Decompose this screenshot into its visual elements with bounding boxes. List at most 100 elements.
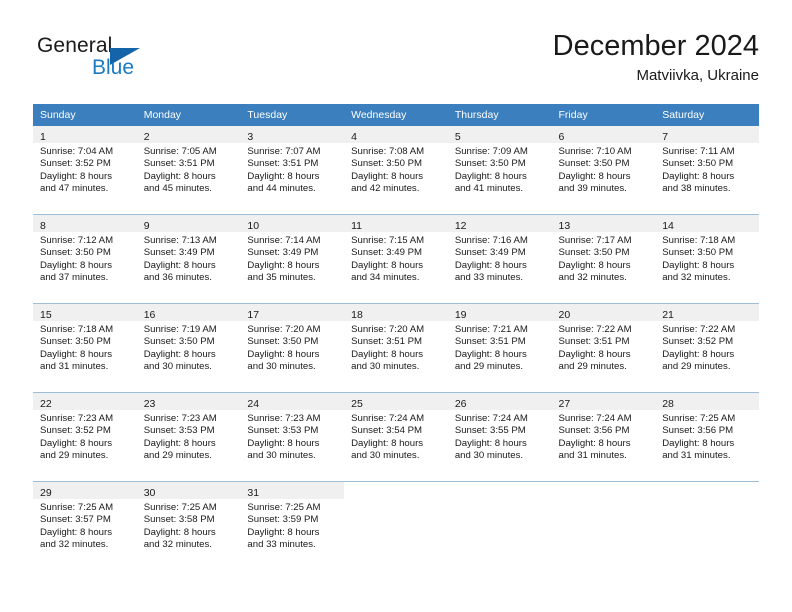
day-cell-inner: 19 Sunrise: 7:21 AM Sunset: 3:51 PM Dayligh… bbox=[447, 304, 552, 392]
brand-logo[interactable]: General Blue bbox=[37, 34, 207, 90]
day-cell[interactable]: 26 Sunrise: 7:24 AM Sunset: 3:55 PM Dayligh… bbox=[447, 392, 552, 482]
daylight-text-line1: Daylight: 8 hours bbox=[40, 170, 112, 182]
sunrise-text: Sunrise: 7:19 AM bbox=[143, 324, 217, 335]
sunrise-text: Sunrise: 7:18 AM bbox=[40, 324, 114, 335]
day-cell[interactable]: 14 Sunrise: 7:18 AM Sunset: 3:50 PM Dayligh… bbox=[655, 214, 759, 304]
week-row: 1 Sunrise: 7:04 AM Sunset: 3:52 PM Daylight… bbox=[33, 126, 759, 215]
daylight-text-line2: and 31 minutes. bbox=[558, 450, 627, 462]
daylight-text-line2: and 32 minutes. bbox=[558, 272, 627, 284]
day-cell-empty bbox=[551, 481, 656, 570]
day-cell[interactable]: 21 Sunrise: 7:22 AM Sunset: 3:52 PM Dayligh… bbox=[655, 303, 759, 393]
daylight-text-line1: Daylight: 8 hours bbox=[558, 259, 631, 271]
day-cell[interactable]: 13 Sunrise: 7:17 AM Sunset: 3:50 PM Dayligh… bbox=[551, 214, 656, 304]
day-cell-inner bbox=[344, 482, 448, 570]
day-cell[interactable]: 15 Sunrise: 7:18 AM Sunset: 3:50 PM Dayligh… bbox=[33, 303, 137, 393]
sunset-text: Sunset: 3:54 PM bbox=[351, 425, 423, 437]
day-cell[interactable]: 2 Sunrise: 7:05 AM Sunset: 3:51 PM Daylight… bbox=[136, 126, 241, 215]
day-cell[interactable]: 19 Sunrise: 7:21 AM Sunset: 3:51 PM Dayligh… bbox=[447, 303, 552, 393]
day-cell[interactable]: 5 Sunrise: 7:09 AM Sunset: 3:50 PM Daylight… bbox=[447, 126, 552, 215]
day-cell-details: Sunrise: 7:17 AM Sunset: 3:50 PM Daylight:… bbox=[552, 232, 656, 285]
daylight-text-line2: and 30 minutes. bbox=[351, 361, 420, 373]
day-number-band: 15 bbox=[33, 304, 137, 321]
day-cell[interactable]: 25 Sunrise: 7:24 AM Sunset: 3:54 PM Dayligh… bbox=[344, 392, 448, 482]
day-cell[interactable]: 24 Sunrise: 7:23 AM Sunset: 3:53 PM Dayligh… bbox=[240, 392, 345, 482]
day-cell[interactable]: 8 Sunrise: 7:12 AM Sunset: 3:50 PM Daylight… bbox=[33, 214, 137, 304]
day-cell[interactable]: 9 Sunrise: 7:13 AM Sunset: 3:49 PM Daylight… bbox=[136, 214, 241, 304]
sunset-text: Sunset: 3:52 PM bbox=[662, 336, 734, 348]
daylight-text-line2: and 33 minutes. bbox=[454, 272, 524, 284]
day-number-band: 27 bbox=[551, 393, 656, 410]
day-cell-details: Sunrise: 7:14 AM Sunset: 3:49 PM Daylight:… bbox=[240, 232, 344, 285]
day-number: 21 bbox=[662, 309, 674, 321]
day-cell-details bbox=[448, 499, 552, 502]
weekday-header-thursday: Thursday bbox=[447, 104, 552, 126]
day-cell-details: Sunrise: 7:15 AM Sunset: 3:49 PM Daylight:… bbox=[344, 232, 448, 285]
day-cell-inner: 8 Sunrise: 7:12 AM Sunset: 3:50 PM Daylight… bbox=[33, 215, 137, 303]
calendar-table: Sunday Monday Tuesday Wednesday Thursday Frid… bbox=[33, 104, 759, 570]
daylight-text-line1: Daylight: 8 hours bbox=[558, 348, 631, 360]
day-cell-inner: 6 Sunrise: 7:10 AM Sunset: 3:50 PM Daylight… bbox=[551, 126, 656, 214]
daylight-text-line1: Daylight: 8 hours bbox=[247, 259, 320, 271]
day-number: 4 bbox=[351, 131, 357, 143]
daylight-text-line1: Daylight: 8 hours bbox=[351, 437, 424, 449]
sunrise-text: Sunrise: 7:20 AM bbox=[351, 324, 425, 335]
daylight-text-line1: Daylight: 8 hours bbox=[40, 526, 112, 538]
day-cell[interactable]: 1 Sunrise: 7:04 AM Sunset: 3:52 PM Daylight… bbox=[33, 126, 137, 215]
day-number-band: 24 bbox=[240, 393, 345, 410]
day-number: 22 bbox=[40, 398, 52, 410]
sunrise-text: Sunrise: 7:25 AM bbox=[40, 502, 114, 513]
sunset-text: Sunset: 3:50 PM bbox=[558, 247, 630, 259]
day-cell-details: Sunrise: 7:25 AM Sunset: 3:56 PM Daylight:… bbox=[655, 410, 759, 463]
sunset-text: Sunset: 3:51 PM bbox=[454, 336, 526, 348]
sunrise-text: Sunrise: 7:22 AM bbox=[662, 324, 736, 335]
day-number-band: 16 bbox=[136, 304, 241, 321]
day-number: 26 bbox=[454, 398, 467, 410]
page-header: General Blue December 2024 Matviivka, Uk… bbox=[33, 28, 759, 94]
sunrise-text: Sunrise: 7:05 AM bbox=[143, 146, 217, 157]
day-cell-empty bbox=[655, 481, 759, 570]
day-cell[interactable]: 3 Sunrise: 7:07 AM Sunset: 3:51 PM Daylight… bbox=[240, 126, 345, 215]
sunset-text: Sunset: 3:57 PM bbox=[40, 514, 111, 526]
day-cell[interactable]: 27 Sunrise: 7:24 AM Sunset: 3:56 PM Dayligh… bbox=[551, 392, 656, 482]
day-cell[interactable]: 22 Sunrise: 7:23 AM Sunset: 3:52 PM Dayligh… bbox=[33, 392, 137, 482]
day-cell[interactable]: 16 Sunrise: 7:19 AM Sunset: 3:50 PM Dayligh… bbox=[136, 303, 241, 393]
sunset-text: Sunset: 3:49 PM bbox=[247, 247, 319, 259]
day-cell[interactable]: 23 Sunrise: 7:23 AM Sunset: 3:53 PM Dayligh… bbox=[136, 392, 241, 482]
day-cell[interactable]: 10 Sunrise: 7:14 AM Sunset: 3:49 PM Dayligh… bbox=[240, 214, 345, 304]
day-cell[interactable]: 29 Sunrise: 7:25 AM Sunset: 3:57 PM Dayligh… bbox=[33, 481, 137, 570]
day-number: 10 bbox=[247, 220, 260, 232]
daylight-text-line1: Daylight: 8 hours bbox=[454, 170, 527, 182]
day-cell-inner: 14 Sunrise: 7:18 AM Sunset: 3:50 PM Dayligh… bbox=[655, 215, 759, 303]
day-cell[interactable]: 17 Sunrise: 7:20 AM Sunset: 3:50 PM Dayligh… bbox=[240, 303, 345, 393]
day-cell-details: Sunrise: 7:25 AM Sunset: 3:57 PM Daylight:… bbox=[33, 499, 137, 552]
day-number: 27 bbox=[558, 398, 571, 410]
day-cell[interactable]: 6 Sunrise: 7:10 AM Sunset: 3:50 PM Daylight… bbox=[551, 126, 656, 215]
daylight-text-line2: and 30 minutes. bbox=[247, 361, 316, 373]
day-cell[interactable]: 30 Sunrise: 7:25 AM Sunset: 3:58 PM Dayligh… bbox=[136, 481, 241, 570]
day-cell-inner: 2 Sunrise: 7:05 AM Sunset: 3:51 PM Daylight… bbox=[136, 126, 241, 214]
daylight-text-line1: Daylight: 8 hours bbox=[662, 259, 735, 271]
daylight-text-line1: Daylight: 8 hours bbox=[454, 259, 527, 271]
daylight-text-line2: and 30 minutes. bbox=[247, 450, 316, 462]
day-cell[interactable]: 28 Sunrise: 7:25 AM Sunset: 3:56 PM Dayligh… bbox=[655, 392, 759, 482]
day-cell[interactable]: 7 Sunrise: 7:11 AM Sunset: 3:50 PM Daylight… bbox=[655, 126, 759, 215]
day-number: 31 bbox=[247, 487, 260, 499]
day-number-band: 18 bbox=[344, 304, 448, 321]
day-cell-details: Sunrise: 7:24 AM Sunset: 3:56 PM Daylight:… bbox=[552, 410, 656, 463]
sunset-text: Sunset: 3:51 PM bbox=[247, 158, 319, 170]
day-cell[interactable]: 31 Sunrise: 7:25 AM Sunset: 3:59 PM Dayligh… bbox=[240, 481, 345, 570]
day-cell[interactable]: 11 Sunrise: 7:15 AM Sunset: 3:49 PM Dayligh… bbox=[344, 214, 448, 304]
day-number-band: 26 bbox=[447, 393, 552, 410]
day-cell-details: Sunrise: 7:20 AM Sunset: 3:50 PM Daylight:… bbox=[240, 321, 344, 374]
day-cell[interactable]: 20 Sunrise: 7:22 AM Sunset: 3:51 PM Dayligh… bbox=[551, 303, 656, 393]
day-number-band: 14 bbox=[655, 215, 759, 232]
daylight-text-line2: and 44 minutes. bbox=[247, 183, 316, 195]
day-number: 19 bbox=[454, 309, 467, 321]
day-cell[interactable]: 12 Sunrise: 7:16 AM Sunset: 3:49 PM Dayligh… bbox=[447, 214, 552, 304]
sunset-text: Sunset: 3:50 PM bbox=[143, 336, 215, 348]
day-cell-details: Sunrise: 7:07 AM Sunset: 3:51 PM Daylight:… bbox=[240, 143, 344, 196]
day-cell[interactable]: 4 Sunrise: 7:08 AM Sunset: 3:50 PM Daylight… bbox=[344, 126, 448, 215]
daylight-text-line2: and 42 minutes. bbox=[351, 183, 420, 195]
day-cell[interactable]: 18 Sunrise: 7:20 AM Sunset: 3:51 PM Dayligh… bbox=[344, 303, 448, 393]
sunset-text: Sunset: 3:49 PM bbox=[454, 247, 526, 259]
